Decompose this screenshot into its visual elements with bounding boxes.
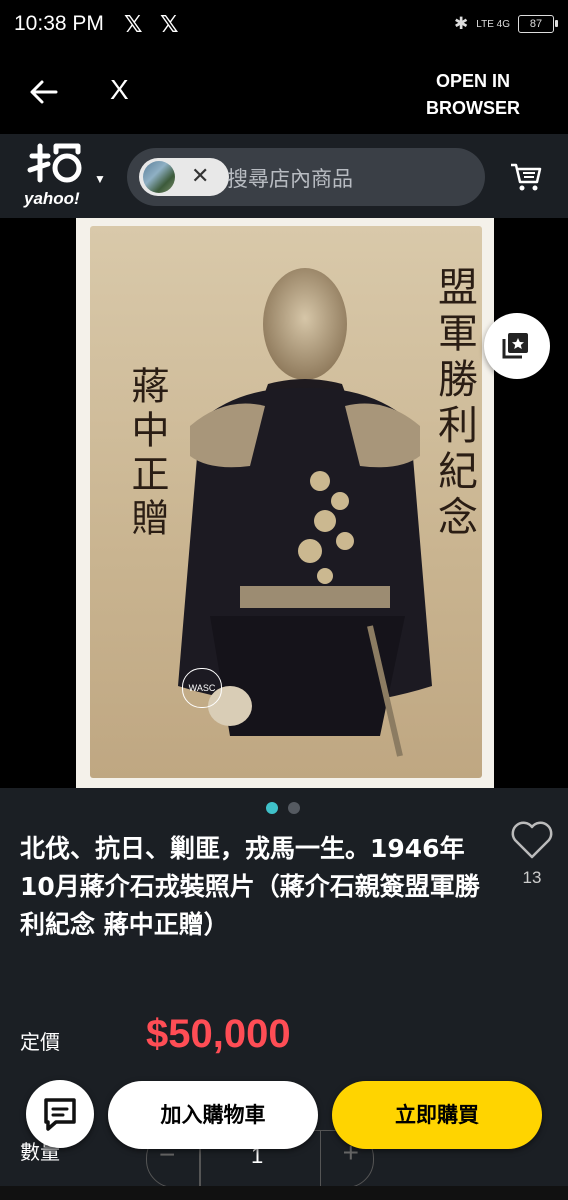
gallery-button[interactable] xyxy=(484,313,550,379)
product-image-carousel[interactable]: 蔣中正贈 盟軍勝利紀念 WASC xyxy=(0,218,568,788)
app-header: yahoo! ▼ ✕ 搜尋店內商品 xyxy=(0,134,568,218)
calligraphy-inscription-left: 蔣中正贈 xyxy=(125,366,169,542)
open-in-browser-button[interactable]: OPEN IN BROWSER xyxy=(418,68,528,122)
carousel-pagination xyxy=(266,802,300,814)
store-filter-chip[interactable]: ✕ xyxy=(139,158,229,196)
calligraphy-inscription-right: 盟軍勝利紀念 xyxy=(431,266,477,542)
battery-icon: 87 xyxy=(518,15,558,33)
status-bar: 10:38 PM 𝕏 𝕏 ✱ LTE 4G 87 xyxy=(0,0,568,50)
studio-stamp: WASC xyxy=(182,668,222,708)
product-photo[interactable]: 蔣中正贈 盟軍勝利紀念 WASC xyxy=(76,218,494,788)
logo-glyph-icon xyxy=(27,143,82,183)
search-placeholder: 搜尋店內商品 xyxy=(227,167,353,191)
chat-icon xyxy=(44,1098,76,1131)
carousel-dot[interactable] xyxy=(288,802,300,814)
browser-toolbar: X OPEN IN BROWSER xyxy=(0,50,568,134)
close-button[interactable]: X xyxy=(110,74,129,106)
bottom-overflow xyxy=(0,1186,568,1200)
cart-icon[interactable] xyxy=(508,158,544,194)
product-title: 北伐、抗日、剿匪，戎馬一生。1946年10月蔣介石戎裝照片（蔣介石親簽盟軍勝利紀… xyxy=(20,834,480,939)
status-time: 10:38 PM xyxy=(14,12,104,35)
price: $50,000 xyxy=(146,1012,291,1056)
back-arrow-icon[interactable] xyxy=(26,74,62,110)
x-logo-icon: 𝕏 xyxy=(160,12,179,38)
x-logo-icon: 𝕏 xyxy=(124,12,143,38)
network-indicator: LTE 4G xyxy=(476,18,510,30)
chevron-down-icon[interactable]: ▼ xyxy=(94,172,106,186)
buy-now-button[interactable]: 立即購買 xyxy=(332,1081,542,1149)
yahoo-auction-logo[interactable]: yahoo! xyxy=(22,140,92,214)
close-icon[interactable]: ✕ xyxy=(191,163,209,189)
divider xyxy=(319,1131,321,1187)
store-thumbnail xyxy=(143,161,175,193)
like-count: 13 xyxy=(522,868,542,887)
logo-text: yahoo! xyxy=(24,189,80,208)
price-label: 定價 xyxy=(20,1030,60,1054)
add-to-cart-button[interactable]: 加入購物車 xyxy=(108,1081,318,1149)
photo-card: 蔣中正贈 盟軍勝利紀念 WASC xyxy=(90,226,482,778)
status-icons: ✱ LTE 4G 87 xyxy=(454,13,558,35)
search-input[interactable]: ✕ 搜尋店內商品 xyxy=(127,148,485,206)
gallery-star-icon xyxy=(502,333,528,359)
heart-icon[interactable] xyxy=(510,820,554,860)
bluetooth-icon: ✱ xyxy=(454,14,469,34)
chat-button[interactable] xyxy=(26,1080,94,1148)
carousel-dot-active[interactable] xyxy=(266,802,278,814)
